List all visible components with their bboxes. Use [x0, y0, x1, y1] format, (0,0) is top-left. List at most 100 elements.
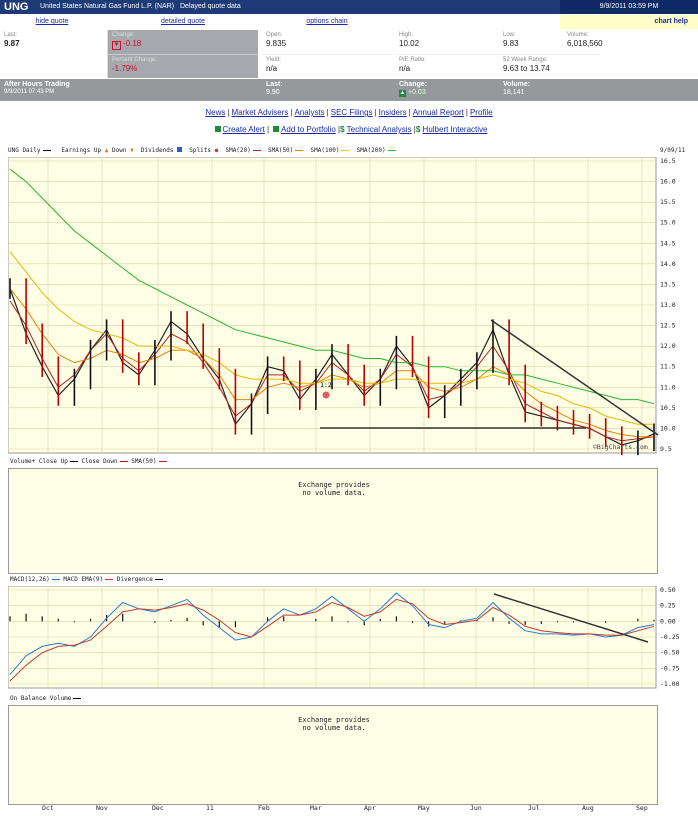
ah-change-number: +0.03	[408, 89, 426, 96]
price-ytick-label: 15.0	[660, 219, 676, 227]
legend-earnings-down: Down	[111, 147, 127, 154]
x-tick-label: May	[418, 804, 430, 812]
hulbert-interactive-link[interactable]: Hulbert Interactive	[423, 125, 488, 134]
macd-ytick-label: -1.00	[660, 680, 680, 688]
yield-label: Yield:	[266, 57, 281, 63]
ah-last-value: 9.90	[266, 89, 280, 96]
ah-volume-value: 18,141	[503, 89, 525, 96]
nav-news[interactable]: News	[205, 108, 225, 117]
range-value: 9.63 to 13.74	[503, 64, 550, 73]
title-bar: UNG United States Natural Gas Fund L.P. …	[0, 0, 698, 14]
quote-timestamp: 9/9/2011 03:59 PM	[560, 0, 698, 14]
legend-sma20: SMA(20)	[225, 147, 251, 154]
volume-cell: Volume: 6,018,560	[563, 30, 698, 54]
volume-message-line2: no volume data.	[302, 489, 366, 497]
price-ytick-label: 9.5	[660, 445, 672, 453]
legend-volume-plus: Volume+	[10, 458, 36, 465]
high-label: High:	[399, 32, 414, 38]
macd-ytick-label: 0.00	[660, 617, 676, 625]
tools-nav: Create Alert | Add to Portfolio |$ Techni…	[0, 125, 698, 134]
nav-profile[interactable]: Profile	[470, 108, 493, 117]
high-cell: High: 10.02	[395, 30, 499, 54]
nav-analysts[interactable]: Analysts	[294, 108, 324, 117]
hide-quote-link[interactable]: hide quote	[0, 15, 104, 29]
volume-message: Exchange provides no volume data.	[209, 481, 459, 497]
last-cell: Last: 9.87	[0, 30, 108, 78]
change-number: -0.18	[123, 39, 142, 48]
ticker-symbol: UNG	[4, 1, 29, 13]
nav-annual-report[interactable]: Annual Report	[413, 108, 464, 117]
price-yticks: 16.5 16.0 15.5 15.0 14.5 14.0 13.5 13.0 12.5 12.0…	[660, 157, 676, 453]
legend-dividends: Dividends	[140, 147, 174, 154]
last-label: Last:	[4, 32, 18, 38]
legend-earnings-up: Earnings Up	[61, 147, 102, 154]
after-hours-title: After Hours Trading	[4, 81, 70, 88]
macd-yticks: 0.50 0.25 0.00 -0.25 -0.50 -0.75 -1.00	[660, 586, 680, 688]
after-hours-cell: After Hours Trading 9/9/2011 07:43 PM	[0, 79, 262, 101]
create-alert-link[interactable]: Create Alert	[223, 125, 265, 134]
legend-sma100: SMA(100)	[310, 147, 340, 154]
price-chart: 16.5 16.0 15.5 15.0 14.5 14.0 13.5 13.0 12.5 12.0…	[8, 157, 676, 456]
detailed-quote-link[interactable]: detailed quote	[104, 15, 262, 29]
x-tick-label: Apr	[364, 804, 376, 812]
fund-name: United States Natural Gas Fund L.P. (NAR…	[40, 3, 175, 10]
chart-help-label[interactable]: chart help	[655, 18, 688, 25]
volume-panel: Exchange provides no volume data.	[8, 468, 658, 574]
x-tick-label: 11	[206, 804, 214, 812]
low-value: 9.83	[503, 39, 519, 48]
pe-label: P/E Ratio:	[399, 57, 427, 63]
x-tick-label: Feb	[258, 804, 270, 812]
range-cell: 52 Week Range: 9.63 to 13.74	[499, 54, 599, 78]
yield-cell: Yield: n/a	[262, 54, 392, 78]
price-ytick-label: 10.5	[660, 404, 676, 412]
macd-ytick-label: -0.25	[660, 633, 680, 641]
nav-sec-filings[interactable]: SEC Filings	[331, 108, 373, 117]
legend-obv: On Balance Volume	[10, 695, 72, 702]
chart-help-link[interactable]: chart help	[560, 15, 698, 29]
price-ytick-label: 13.5	[660, 280, 676, 288]
low-cell: Low: 9.83	[499, 30, 563, 54]
x-tick-label: Dec	[152, 804, 164, 812]
legend-close-down: Close Down	[81, 458, 118, 465]
up-arrow-icon: ▲	[399, 90, 406, 97]
ah-last-label: Last:	[266, 81, 283, 88]
ah-volume-label: Volume:	[503, 81, 531, 88]
split-icon: ●	[214, 147, 219, 154]
range-label: 52 Week Range:	[503, 57, 548, 63]
nav-insiders[interactable]: Insiders	[379, 108, 407, 117]
change-value: ▼ -0.18	[112, 39, 254, 50]
price-ytick-label: 16.5	[660, 157, 676, 165]
technical-analysis-link[interactable]: Technical Analysis	[347, 125, 412, 134]
open-label: Open:	[266, 32, 283, 38]
price-ytick-label: 12.0	[660, 342, 676, 350]
legend-macd: MACD(12,26)	[10, 576, 50, 583]
price-ytick-label: 11.5	[660, 363, 676, 371]
pct-change-cell: Percent Change: -1.79%	[108, 54, 258, 78]
price-ytick-label: 15.5	[660, 198, 676, 206]
portfolio-icon	[273, 126, 280, 132]
obv-message-line1: Exchange provides	[298, 716, 370, 724]
x-tick-label: Sep	[636, 804, 648, 812]
price-ytick-label: 14.0	[660, 260, 676, 268]
pe-cell: P/E Ratio: n/a	[395, 54, 499, 78]
legend-volume-sma50: SMA(50)	[131, 458, 157, 465]
obv-panel: Exchange provides no volume data.	[8, 705, 658, 805]
after-hours-time: 9/9/2011 07:43 PM	[4, 89, 55, 95]
earnings-down-icon: ▼	[130, 147, 134, 154]
nav-market-advisers[interactable]: Market Advisers	[231, 108, 288, 117]
yield-value: n/a	[266, 64, 278, 73]
legend-ung-daily: UNG Daily	[8, 147, 41, 154]
price-ytick-label: 10.0	[660, 424, 676, 432]
last-price: 9.87	[4, 39, 20, 48]
options-chain-link[interactable]: options chain	[262, 15, 392, 29]
macd-ytick-label: -0.75	[660, 664, 680, 672]
dollar-icon: $	[415, 125, 421, 134]
add-to-portfolio-link[interactable]: Add to Portfolio	[281, 125, 336, 134]
macd-ytick-label: 0.50	[660, 586, 676, 594]
x-tick-label: Jun	[470, 804, 482, 812]
research-nav: News | Market Advisers | Analysts | SEC Filing…	[205, 108, 493, 117]
split-marker-icon	[322, 391, 330, 399]
price-ytick-label: 13.0	[660, 301, 676, 309]
pct-change-value: -1.79%	[112, 64, 138, 73]
x-tick-label: Jul	[528, 804, 540, 812]
